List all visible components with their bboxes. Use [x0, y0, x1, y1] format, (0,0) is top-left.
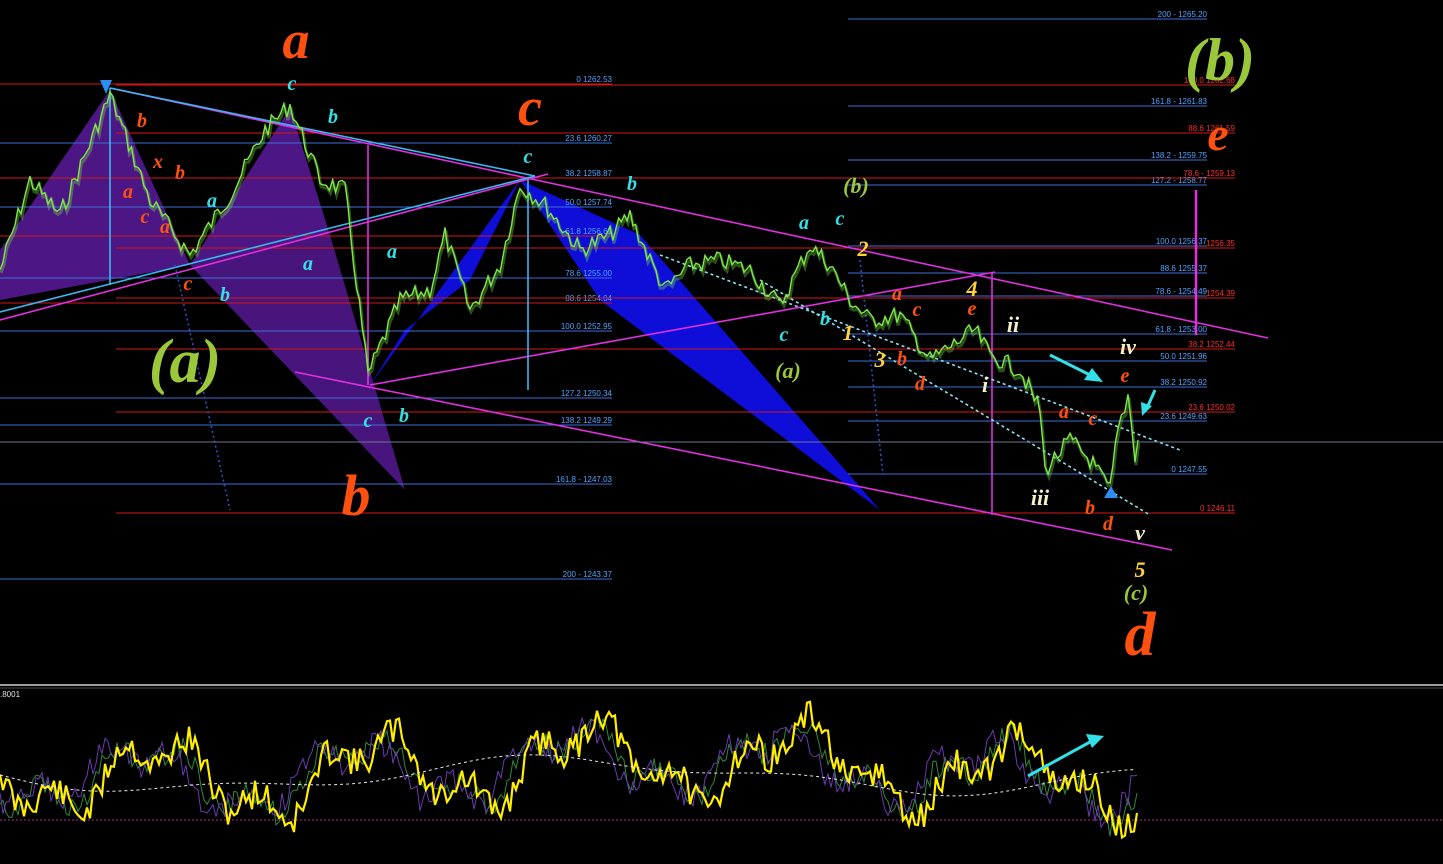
fib-right-red-label: 38.2 1252.44 — [1188, 340, 1235, 349]
wave-label-small-cyan-a: a — [799, 212, 809, 234]
fib-right-blue-label: 0 1247.55 — [1171, 465, 1207, 474]
oscillator-top-value: .8001 — [0, 690, 21, 699]
wave-label-a: a — [283, 10, 310, 70]
fib-right-red-label: 78.6 - 1259.13 — [1183, 169, 1235, 178]
wave-label-roman-i: i — [982, 372, 989, 397]
wave-label-small-a: a — [1059, 401, 1069, 423]
fib-left-label: 38.2 1258.87 — [565, 169, 612, 178]
arrow-cyan-osc-head-icon — [1086, 734, 1104, 748]
fib-right-blue-label: 200 - 1265.20 — [1158, 10, 1208, 19]
wave-label-small-a: a — [160, 216, 170, 238]
wave-label-small-d: d — [1103, 513, 1114, 535]
fib-left-label: 78.6 1255.00 — [565, 269, 612, 278]
wave-label-roman-iii: iii — [1031, 485, 1050, 510]
wave-label-small-b: b — [175, 162, 185, 184]
wave-label-small-cyan-b: b — [220, 284, 230, 306]
fib-right-blue-label: 78.6 - 1254.49 — [1155, 287, 1207, 296]
oscillator-series — [0, 700, 1139, 840]
arrow-cyan-osc — [1027, 740, 1091, 778]
fib-left-label: 100.0 1252.95 — [561, 322, 613, 331]
wave-label-small-b: b — [137, 110, 147, 132]
wave-label-small-cyan-a: a — [303, 253, 313, 275]
fib-left-label: 127.2 1250.34 — [561, 389, 613, 398]
wave-label-c: c — [518, 77, 542, 137]
fib-right-blue-label: 23.6 1249.63 — [1160, 412, 1207, 421]
wave-label-roman-ii: ii — [1007, 312, 1020, 337]
fib-right-blue-label: 100.0 1256.37 — [1156, 237, 1208, 246]
wave-label-small-cyan-b: b — [820, 308, 830, 330]
chart-area[interactable]: 0 1262.53 23.6 1260.27 38.2 1258.87 50.0 12… — [0, 0, 1443, 864]
fib-right-blue-label: 50.0 1251.96 — [1160, 352, 1207, 361]
fib-right-red-label: 1254.39 — [1206, 289, 1235, 298]
wave-label-small-x: x — [152, 151, 163, 173]
wave-label-roman-v: v — [1135, 520, 1145, 545]
fib-right-blue-label: 161.8 - 1261.83 — [1151, 97, 1208, 106]
wave-label-minor-paren-a: (a) — [775, 358, 801, 383]
fib-left-label: 0 1262.53 — [576, 75, 612, 84]
fib-left-label: 161.8 - 1247.03 — [556, 475, 613, 484]
wave-label-small-cyan-c: c — [288, 73, 297, 95]
wave-label-small-b: b — [1085, 497, 1095, 519]
fib-left-label: 23.6 1260.27 — [565, 134, 612, 143]
wave-label-number-3: 3 — [874, 347, 886, 372]
fib-right-blue-label: 38.2 1250.92 — [1160, 378, 1207, 387]
fib-right-blue-label: 138.2 - 1259.75 — [1151, 151, 1208, 160]
fib-right-red-label: 0 1246.11 — [1200, 504, 1236, 513]
wave-label-small-cyan-b: b — [328, 106, 338, 128]
wave-label-e: e — [1207, 108, 1228, 161]
wave-label-small-d: d — [915, 373, 926, 395]
oscillator-signal-green — [0, 710, 1138, 837]
wave-label-number-1: 1 — [843, 320, 854, 345]
wave-label-roman-iv: iv — [1120, 334, 1136, 359]
fib-right-red-label: 1256.35 — [1206, 239, 1235, 248]
wave-label-number-2: 2 — [857, 236, 869, 261]
wave-label-paren-c: (c) — [1124, 580, 1148, 605]
fib-left-label: 50.0 1257.74 — [565, 198, 612, 207]
fib-left-label: 200 - 1243.37 — [563, 570, 613, 579]
wave-label-paren-b: (b) — [1185, 27, 1255, 93]
wave-label-small-c: c — [913, 299, 922, 321]
wave-label-small-e: e — [1121, 365, 1130, 387]
wave-label-small-cyan-c: c — [524, 146, 533, 168]
oscillator-main-line — [0, 700, 1139, 840]
wave-label-small-cyan-a: a — [207, 190, 217, 212]
fib-right-blue-label: 61.8 - 1253.00 — [1155, 325, 1207, 334]
wave-label-small-a: a — [123, 181, 133, 203]
wave-label-small-a: a — [892, 283, 902, 305]
fib-left-label: 138.2 1249.29 — [561, 416, 613, 425]
wave-label-small-e: e — [968, 298, 977, 320]
wave-label-paren-a: (a) — [149, 328, 221, 396]
wave-label-small-cyan-c: c — [364, 410, 373, 432]
wave-label-number-5: 5 — [1135, 557, 1146, 582]
oscillator-signal-purple — [0, 716, 1138, 829]
fib-right-red-label: 23.6 1250.02 — [1188, 403, 1235, 412]
wave-label-small-c: c — [184, 273, 193, 295]
wave-label-small-cyan-b: b — [399, 405, 409, 427]
fib-right-blue-label: 88.6 1255.37 — [1160, 264, 1207, 273]
wave-label-small-cyan-b: b — [627, 173, 637, 195]
wave-label-small-cyan-c: c — [780, 324, 789, 346]
wave-label-small-c: c — [141, 206, 150, 228]
wave-label-d: d — [1125, 601, 1157, 669]
wave-label-minor-paren-b: (b) — [843, 173, 869, 198]
wave-label-b: b — [342, 463, 371, 528]
wave-label-small-cyan-a: a — [387, 241, 397, 263]
wave-label-small-cyan-c: c — [836, 208, 845, 230]
wave-label-small-b: b — [897, 348, 907, 370]
wave-label-small-c: c — [1089, 408, 1098, 430]
